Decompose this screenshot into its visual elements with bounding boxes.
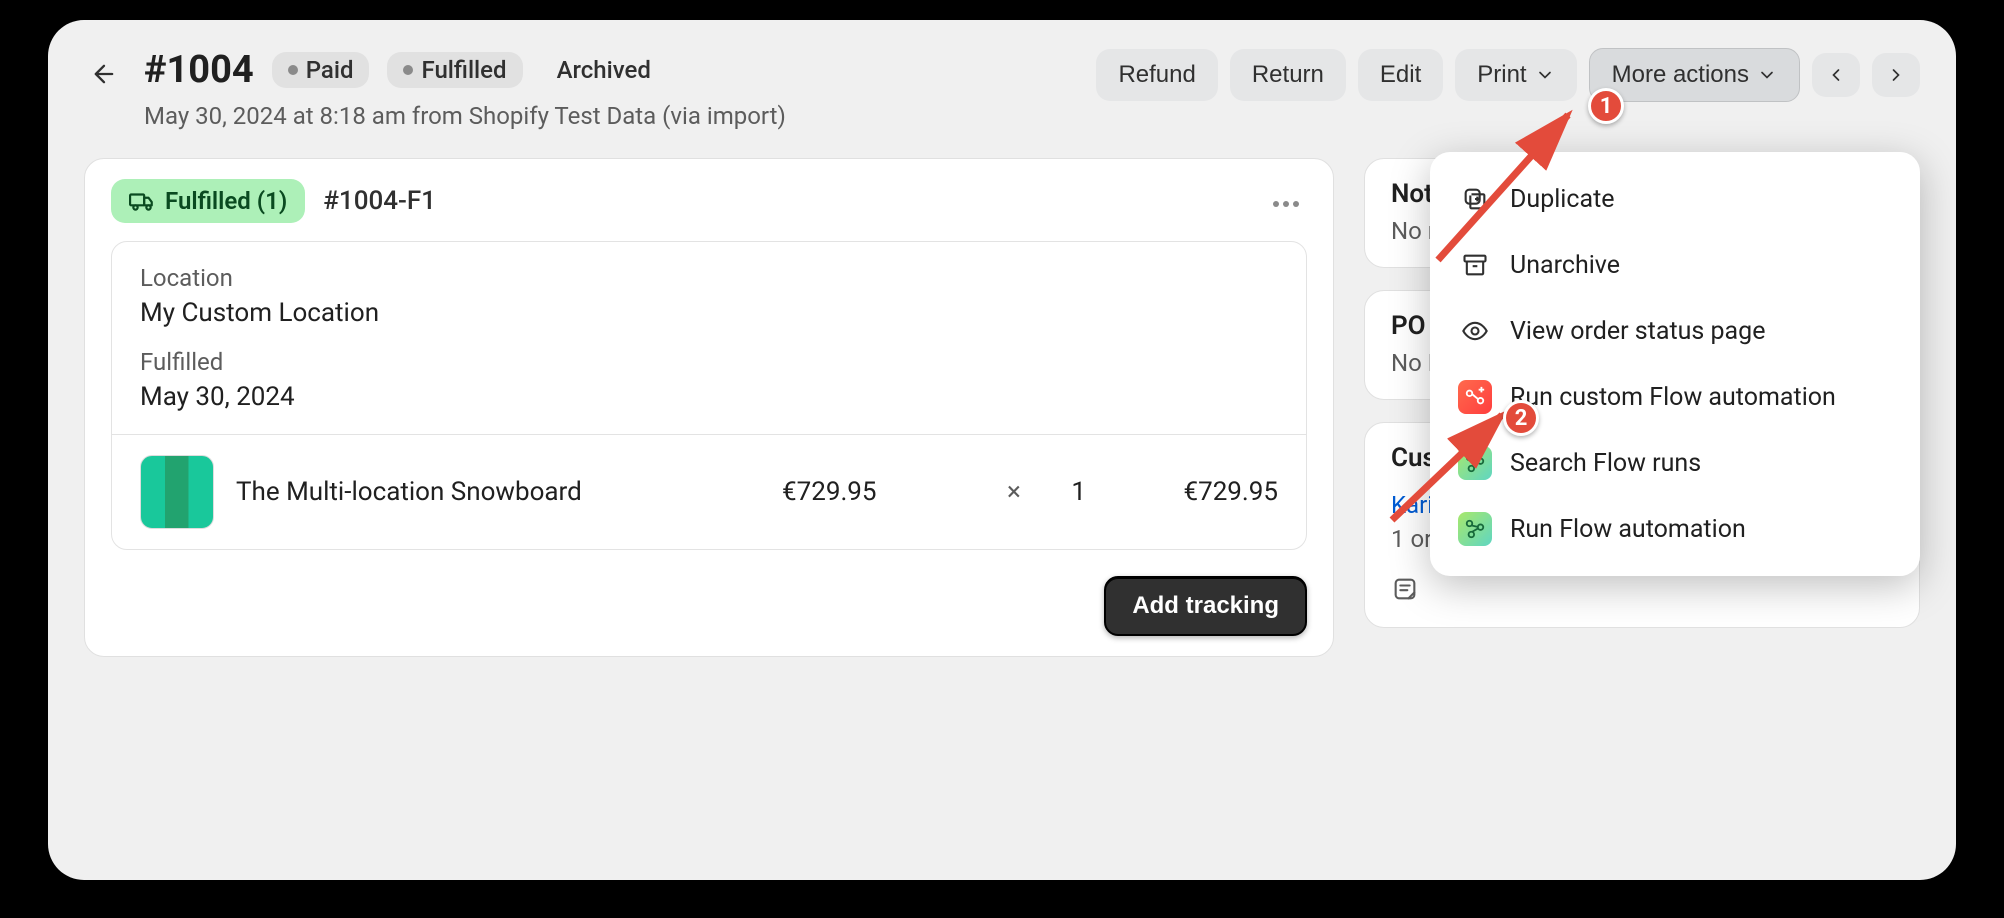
menu-item-duplicate[interactable]: Duplicate — [1440, 166, 1910, 232]
menu-item-run-flow[interactable]: Run Flow automation — [1440, 496, 1910, 562]
truck-icon — [129, 188, 155, 214]
print-button[interactable]: Print — [1455, 49, 1576, 101]
line-item-name[interactable]: The Multi-location Snowboard — [236, 477, 760, 507]
badge-archived-label: Archived — [557, 56, 651, 84]
menu-item-run-flow-label: Run Flow automation — [1510, 515, 1746, 544]
annotation-badge-2: 2 — [1503, 400, 1539, 436]
chevron-down-icon — [1757, 65, 1777, 85]
product-thumbnail[interactable] — [140, 455, 214, 529]
nodes-icon — [1464, 452, 1486, 474]
edit-button[interactable]: Edit — [1358, 49, 1443, 101]
title-area: #1004 Paid Fulfilled Archived May 30, 20… — [144, 48, 1076, 130]
fulfillment-card: Fulfilled (1) #1004-F1 Location My Custo… — [84, 158, 1334, 657]
fulfilled-chip: Fulfilled (1) — [111, 179, 305, 223]
fulfilled-chip-label: Fulfilled (1) — [165, 187, 287, 215]
page-header: #1004 Paid Fulfilled Archived May 30, 20… — [84, 48, 1920, 130]
fulfillment-header: Fulfilled (1) #1004-F1 — [111, 179, 1307, 223]
badge-fulfilled-label: Fulfilled — [421, 56, 506, 84]
fulfilled-date-value: May 30, 2024 — [140, 382, 1278, 412]
note-icon[interactable] — [1391, 575, 1419, 603]
main-column: Fulfilled (1) #1004-F1 Location My Custo… — [84, 158, 1334, 657]
return-button[interactable]: Return — [1230, 49, 1346, 101]
back-button[interactable] — [84, 54, 124, 94]
location-label: Location — [140, 264, 1278, 292]
badge-paid: Paid — [272, 52, 370, 88]
nodes-icon — [1464, 518, 1486, 540]
badge-archived: Archived — [541, 52, 667, 88]
tracking-row: Add tracking — [111, 576, 1307, 636]
flow-app-icon-red — [1458, 380, 1492, 414]
badge-fulfilled: Fulfilled — [387, 52, 522, 88]
menu-item-duplicate-label: Duplicate — [1510, 185, 1615, 214]
refund-button[interactable]: Refund — [1096, 49, 1217, 101]
menu-item-search-flow-label: Search Flow runs — [1510, 449, 1701, 478]
chevron-left-icon — [1826, 65, 1846, 85]
menu-item-unarchive[interactable]: Unarchive — [1440, 232, 1910, 298]
location-value: My Custom Location — [140, 298, 1278, 328]
add-tracking-button[interactable]: Add tracking — [1104, 576, 1307, 636]
next-order-button[interactable] — [1872, 53, 1920, 97]
more-actions-label: More actions — [1612, 61, 1749, 89]
annotation-badge-1: 1 — [1588, 88, 1624, 124]
order-detail-window: #1004 Paid Fulfilled Archived May 30, 20… — [48, 20, 1956, 880]
badge-paid-label: Paid — [306, 56, 354, 84]
dots-horizontal-icon — [1273, 201, 1299, 207]
chevron-right-icon — [1886, 65, 1906, 85]
prev-order-button[interactable] — [1812, 53, 1860, 97]
order-id: #1004 — [144, 48, 254, 92]
duplicate-icon — [1461, 185, 1489, 213]
location-section: Location My Custom Location Fulfilled Ma… — [112, 242, 1306, 435]
more-actions-button[interactable]: More actions — [1589, 48, 1800, 102]
line-item-qty: 1 — [1056, 477, 1086, 507]
dot-icon — [288, 65, 298, 75]
line-item-unit-price: €729.95 — [782, 477, 972, 507]
eye-icon — [1461, 317, 1489, 345]
line-item-row: The Multi-location Snowboard €729.95 × 1… — [112, 435, 1306, 549]
menu-item-view-status[interactable]: View order status page — [1440, 298, 1910, 364]
chevron-down-icon — [1535, 65, 1555, 85]
archive-icon — [1461, 251, 1489, 279]
more-actions-dropdown: Duplicate Unarchive View order status pa… — [1430, 152, 1920, 576]
dot-icon — [403, 65, 413, 75]
menu-item-run-custom-flow-label: Run custom Flow automation — [1510, 383, 1836, 412]
print-label: Print — [1477, 61, 1526, 89]
menu-item-search-flow[interactable]: Search Flow runs — [1440, 430, 1910, 496]
fulfillment-details: Location My Custom Location Fulfilled Ma… — [111, 241, 1307, 550]
fulfilled-date-label: Fulfilled — [140, 348, 1278, 376]
order-subtitle: May 30, 2024 at 8:18 am from Shopify Tes… — [144, 102, 1076, 130]
fulfillment-id: #1004-F1 — [323, 186, 436, 216]
nodes-plus-icon — [1464, 386, 1486, 408]
menu-item-view-status-label: View order status page — [1510, 317, 1765, 346]
flow-app-icon-green — [1458, 512, 1492, 546]
flow-app-icon-green — [1458, 446, 1492, 480]
line-item-multiplier: × — [994, 477, 1034, 507]
action-toolbar: Refund Return Edit Print More actions — [1096, 48, 1920, 102]
line-item-total: €729.95 — [1108, 477, 1278, 507]
menu-item-unarchive-label: Unarchive — [1510, 251, 1620, 280]
fulfillment-menu-button[interactable] — [1265, 184, 1307, 219]
